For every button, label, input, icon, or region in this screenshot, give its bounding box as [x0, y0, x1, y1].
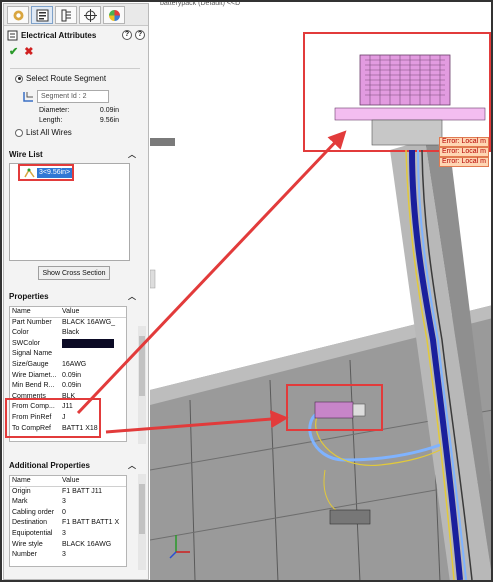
- table-row[interactable]: Min Bend R... 0.09in: [10, 381, 126, 392]
- property-manager-icon: [36, 9, 48, 21]
- route-segment-icon: [23, 92, 33, 102]
- table-row[interactable]: Destination F1 BATT BATT1 X: [10, 518, 126, 529]
- properties-header[interactable]: Properties ︿: [7, 290, 140, 302]
- table-row[interactable]: Size/Gauge 16AWG: [10, 360, 126, 371]
- properties-scrollbar[interactable]: [138, 326, 146, 444]
- list-all-wires-label: List All Wires: [26, 128, 72, 137]
- error-callouts: Error: Local m Error: Local m Error: Loc…: [439, 137, 489, 167]
- model-scene: [150, 32, 493, 582]
- help-icon[interactable]: ?: [135, 30, 145, 40]
- wire-item-highlight: [18, 164, 74, 181]
- table-header: Name Value: [10, 307, 126, 318]
- table-row[interactable]: Origin F1 BATT J11: [10, 487, 126, 498]
- table-row[interactable]: SWColor: [10, 338, 126, 350]
- from-to-highlight: [5, 398, 101, 438]
- table-row[interactable]: Part Number BLACK 16AWG_: [10, 318, 126, 329]
- swcolor-swatch[interactable]: [62, 338, 114, 348]
- tab-display-manager[interactable]: [103, 6, 125, 24]
- select-route-radio[interactable]: [15, 74, 23, 83]
- tab-property-manager[interactable]: [31, 6, 53, 24]
- table-row[interactable]: Mark 3: [10, 497, 126, 508]
- list-all-wires-radio[interactable]: [15, 128, 23, 137]
- graphics-viewport[interactable]: batterypack (Default) <<D Error: Local m…: [150, 0, 493, 582]
- table-row[interactable]: Wire Diamet... 0.09in: [10, 371, 126, 382]
- wire-list-box: 3<9.56in>: [9, 163, 130, 261]
- whats-new-help-icon[interactable]: ?: [122, 30, 132, 40]
- cancel-button[interactable]: ✖: [24, 45, 33, 58]
- table-row[interactable]: Signal Name: [10, 349, 126, 360]
- diameter-value: 0.09in: [99, 107, 119, 114]
- table-header: Name Value: [10, 476, 126, 487]
- additional-scrollbar[interactable]: [138, 474, 146, 570]
- property-manager-panel: Electrical Attributes ? ? ✔ ✖ Select Rou…: [3, 3, 149, 580]
- error-callout[interactable]: Error: Local m: [439, 147, 489, 157]
- error-callout[interactable]: Error: Local m: [439, 157, 489, 167]
- tab-dimxpert-manager[interactable]: [79, 6, 101, 24]
- table-row[interactable]: Equipotential 3: [10, 529, 126, 540]
- configuration-manager-icon: [61, 9, 71, 21]
- panel-title: Electrical Attributes: [21, 30, 97, 40]
- show-cross-section-button[interactable]: Show Cross Section: [38, 266, 110, 280]
- length-value: 9.56in: [99, 117, 119, 124]
- diameter-label: Diameter:: [39, 107, 70, 114]
- tab-feature-manager[interactable]: [7, 6, 29, 24]
- collapse-chevron-icon[interactable]: ︿: [128, 291, 136, 302]
- table-row[interactable]: Number 3: [10, 550, 126, 561]
- display-manager-icon: [108, 9, 120, 21]
- collapse-chevron-icon[interactable]: ︿: [128, 460, 136, 471]
- additional-properties-header[interactable]: Additional Properties ︿: [7, 459, 140, 471]
- feature-manager-icon: [13, 10, 23, 20]
- error-callout[interactable]: Error: Local m: [439, 137, 489, 147]
- select-route-label: Select Route Segment: [26, 74, 107, 83]
- table-row[interactable]: Wire style BLACK 16AWG: [10, 540, 126, 551]
- collapse-chevron-icon[interactable]: ︿: [128, 149, 136, 160]
- route-segment-group: Select Route Segment Segment Id : 2 Diam…: [7, 68, 147, 148]
- table-row[interactable]: Cabling order 0: [10, 508, 126, 519]
- manager-tabs: [4, 4, 148, 26]
- segment-id-field[interactable]: Segment Id : 2: [37, 90, 109, 103]
- ok-button[interactable]: ✔: [9, 45, 18, 58]
- panel-header: Electrical Attributes ? ?: [4, 26, 148, 44]
- ok-cancel-bar: ✔ ✖: [4, 44, 148, 58]
- additional-properties-table: Name Value Origin F1 BATT J11 Mark 3 Cabli…: [9, 475, 127, 567]
- tab-configuration-manager[interactable]: [55, 6, 77, 24]
- length-label: Length:: [39, 117, 63, 124]
- dimxpert-icon: [83, 8, 97, 22]
- table-row[interactable]: Color Black: [10, 328, 126, 339]
- electrical-attributes-icon: [7, 30, 18, 40]
- wire-list-header[interactable]: Wire List ︿: [7, 148, 140, 160]
